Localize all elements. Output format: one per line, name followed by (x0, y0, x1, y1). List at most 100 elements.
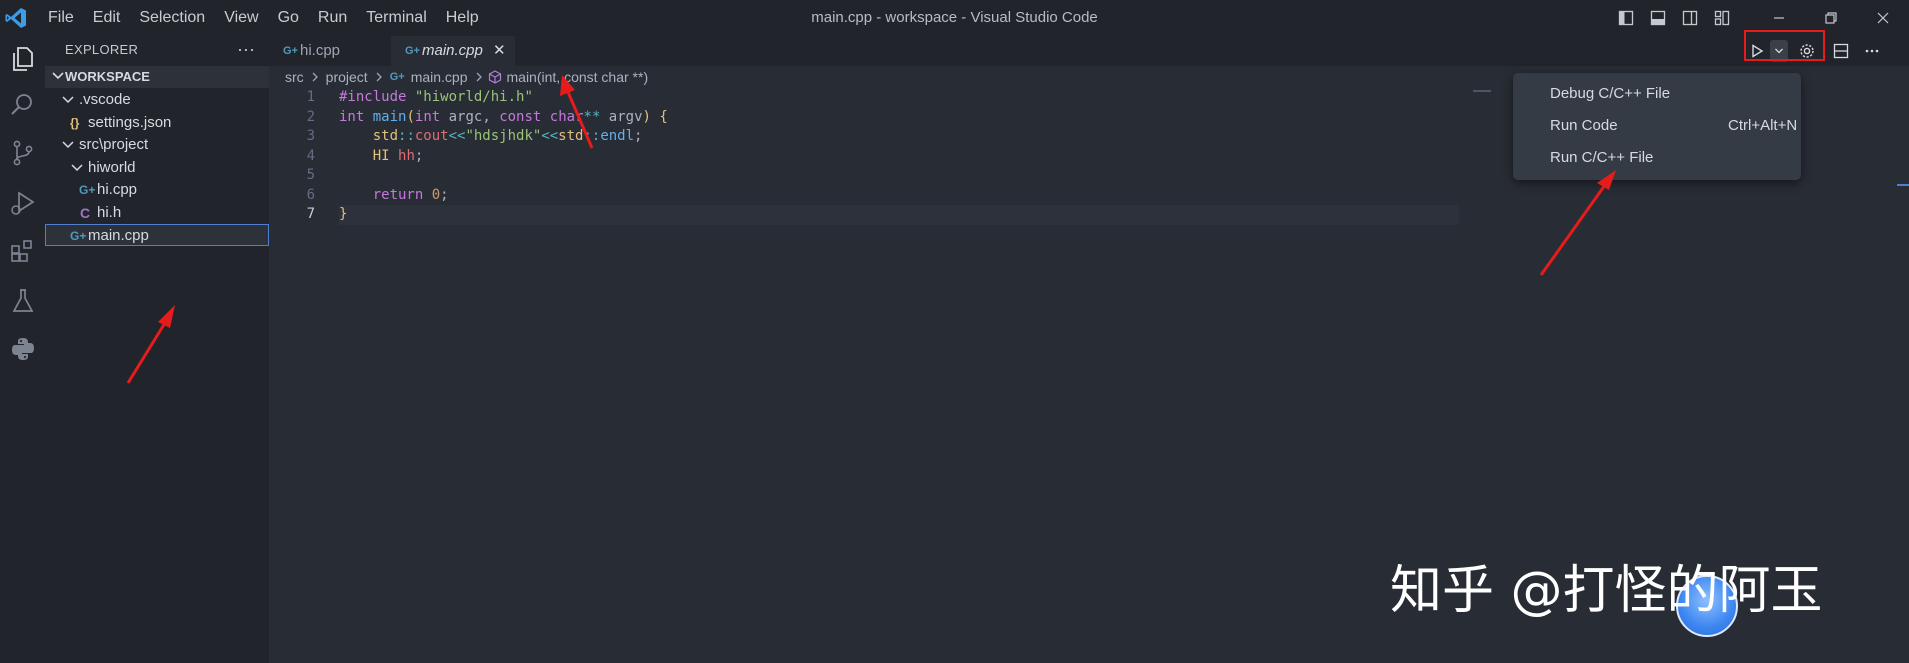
chevron-down-icon (71, 164, 83, 172)
explorer-icon[interactable] (6, 42, 40, 76)
line-number: 3 (306, 128, 315, 144)
menu-terminal[interactable]: Terminal (366, 9, 426, 27)
chevron-right-icon (476, 72, 482, 82)
header-file-icon: C (80, 205, 91, 221)
workspace-label: WORKSPACE (65, 69, 150, 84)
customize-layout-icon[interactable] (1711, 0, 1733, 36)
testing-icon[interactable] (6, 284, 40, 318)
scrollbar-indicator[interactable] (1897, 184, 1909, 186)
extensions-icon[interactable] (6, 234, 40, 268)
breadcrumb: src project G+ main.cpp main(int, const … (285, 66, 654, 88)
watermark: 知乎 @打怪的阿玉 (1390, 561, 1823, 621)
annotation-highlight-box (1744, 30, 1825, 61)
close-window-icon[interactable] (1857, 0, 1909, 36)
menu-bar: File Edit Selection View Go Run Terminal… (48, 0, 498, 36)
code-line: return 0; (372, 186, 449, 203)
menu-item-label: Run Code (1550, 117, 1618, 134)
explorer-more-actions-icon[interactable]: ··· (237, 36, 255, 64)
tree-item-label: src\project (79, 136, 149, 153)
symbol-method-cube-icon (488, 70, 501, 84)
tree-file-main-cpp[interactable]: G+ main.cpp (45, 224, 269, 246)
chevron-down-icon (62, 96, 74, 104)
menu-item-shortcut: Ctrl+Alt+N (1728, 117, 1798, 134)
tree-folder-hiworld[interactable]: hiworld (45, 157, 269, 179)
source-control-icon[interactable] (6, 136, 40, 170)
cpp-file-icon: G+ (70, 229, 87, 243)
line-number-gutter: 1 2 3 4 5 6 7 (269, 88, 315, 225)
layout-controls (1615, 0, 1743, 36)
run-and-debug-icon[interactable] (6, 186, 40, 220)
tree-item-label: .vscode (79, 91, 131, 108)
breadcrumb-main-cpp[interactable]: main.cpp (411, 66, 468, 88)
code-line: HI hh; (372, 147, 424, 164)
workspace-section-header[interactable]: WORKSPACE (45, 66, 269, 88)
code-line-current: } (339, 205, 1459, 225)
minimap[interactable] (1473, 90, 1491, 92)
tree-item-label: main.cpp (88, 227, 149, 244)
activity-bar (0, 36, 45, 663)
tree-folder-vscode[interactable]: .vscode (45, 89, 269, 111)
cpp-file-icon: G+ (405, 45, 420, 57)
menu-run[interactable]: Run (318, 9, 347, 27)
search-icon[interactable] (6, 88, 40, 122)
menu-item-debug-cpp-file[interactable]: Debug C/C++ File (1550, 81, 1790, 107)
menu-item-run-cpp-file[interactable]: Run C/C++ File (1550, 145, 1790, 171)
tree-item-label: hiworld (88, 159, 136, 176)
menu-file[interactable]: File (48, 9, 74, 27)
menu-edit[interactable]: Edit (93, 9, 121, 27)
run-dropdown-menu: Debug C/C++ File Run Code Ctrl+Alt+N Run… (1513, 73, 1801, 180)
chevron-right-icon (312, 72, 318, 82)
chevron-down-icon (62, 141, 74, 149)
tree-item-label: hi.h (97, 204, 122, 221)
tab-label: main.cpp (422, 42, 483, 59)
close-tab-icon[interactable]: ✕ (493, 36, 506, 66)
split-editor-icon[interactable] (1826, 36, 1856, 66)
line-number: 1 (306, 89, 315, 105)
breadcrumb-project[interactable]: project (326, 66, 368, 88)
line-number: 2 (306, 108, 315, 125)
menu-go[interactable]: Go (278, 9, 299, 27)
tree-file-settings-json[interactable]: {} settings.json (45, 112, 269, 134)
tab-main-cpp[interactable]: G+ main.cpp ✕ (391, 36, 515, 66)
tab-label: hi.cpp (300, 42, 341, 59)
code-text[interactable]: #include "hiworld/hi.h" int main(int arg… (339, 88, 1459, 225)
tree-file-hi-h[interactable]: C hi.h (45, 202, 269, 224)
cpp-file-icon: G+ (283, 45, 298, 57)
python-icon[interactable] (6, 332, 40, 366)
code-line: #include "hiworld/hi.h" (339, 89, 533, 105)
title-bar: File Edit Selection View Go Run Terminal… (0, 0, 1909, 36)
line-number: 4 (306, 147, 315, 164)
toggle-primary-sidebar-icon[interactable] (1615, 0, 1637, 36)
menu-view[interactable]: View (224, 9, 258, 27)
toggle-secondary-sidebar-icon[interactable] (1679, 0, 1701, 36)
menu-help[interactable]: Help (446, 9, 479, 27)
tab-hi-cpp[interactable]: G+ hi.cpp (269, 36, 391, 66)
explorer-sidebar: EXPLORER ··· WORKSPACE .vscode {} settin… (45, 36, 269, 663)
chevron-right-icon (376, 72, 382, 82)
chevron-down-icon (52, 72, 64, 80)
cpp-file-icon: G+ (79, 183, 96, 197)
line-number: 6 (306, 186, 315, 203)
tree-item-label: settings.json (88, 114, 172, 131)
menu-item-label: Debug C/C++ File (1550, 85, 1671, 102)
menu-item-label: Run C/C++ File (1550, 149, 1654, 166)
menu-item-run-code[interactable]: Run Code Ctrl+Alt+N (1550, 113, 1797, 139)
line-number: 5 (306, 167, 315, 183)
menu-selection[interactable]: Selection (139, 9, 205, 27)
tree-item-label: hi.cpp (97, 181, 138, 198)
cpp-file-icon: G+ (389, 71, 405, 83)
code-line: int main(int argc, const char** argv) { (339, 108, 668, 125)
more-actions-icon[interactable] (1856, 36, 1888, 66)
tree-folder-src-project[interactable]: src\project (45, 134, 269, 156)
editor-tabs: G+ hi.cpp G+ main.cpp ✕ (269, 36, 1909, 66)
tree-file-hi-cpp[interactable]: G+ hi.cpp (45, 179, 269, 201)
toggle-panel-icon[interactable] (1647, 0, 1669, 36)
json-file-icon: {} (70, 116, 80, 130)
vscode-logo-icon (5, 8, 26, 28)
line-number-current: 7 (306, 206, 315, 222)
code-line: std::cout<<"hdsjhdk"<<std::endl; (372, 128, 643, 144)
breadcrumb-symbol-main[interactable]: main(int, const char **) (507, 66, 649, 88)
breadcrumb-src[interactable]: src (285, 66, 304, 88)
explorer-title: EXPLORER (65, 42, 139, 57)
